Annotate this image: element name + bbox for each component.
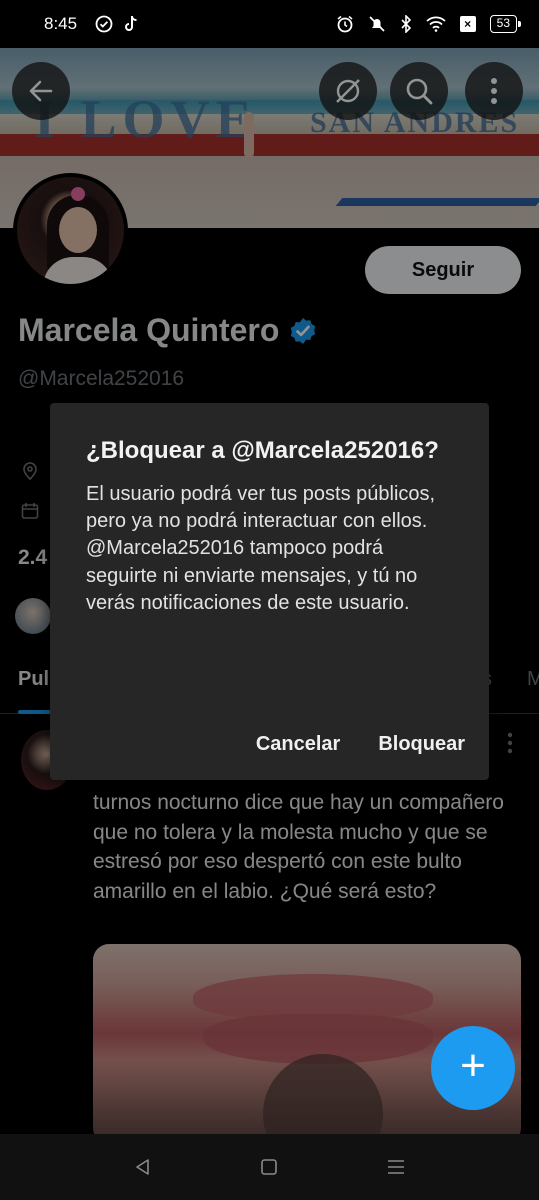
nav-menu-icon[interactable] (386, 1157, 406, 1177)
no-sim-icon: × (459, 16, 476, 32)
wifi-icon (426, 16, 446, 32)
block-dialog: ¿Bloquear a @Marcela252016? El usuario p… (50, 403, 489, 780)
dialog-body: El usuario podrá ver tus posts públicos,… (86, 483, 436, 614)
nav-home-icon[interactable] (259, 1157, 279, 1177)
nav-back-icon[interactable] (133, 1157, 153, 1177)
bluetooth-icon (401, 15, 411, 33)
block-button[interactable]: Bloquear (378, 733, 465, 756)
status-bar: 8:45 × 53 (0, 0, 539, 48)
tiktok-icon (125, 15, 137, 31)
cancel-button[interactable]: Cancelar (256, 733, 341, 756)
system-nav-bar (0, 1134, 539, 1200)
muted-bell-icon (369, 16, 385, 32)
dialog-title: ¿Bloquear a @Marcela252016? (86, 437, 439, 464)
battery-indicator: 53 (489, 15, 522, 33)
alarm-icon (337, 15, 353, 33)
dialog-actions: Cancelar Bloquear (256, 733, 465, 756)
compose-button[interactable]: + (431, 1026, 515, 1110)
check-circle-icon (95, 15, 113, 33)
status-time: 8:45 (44, 14, 78, 33)
